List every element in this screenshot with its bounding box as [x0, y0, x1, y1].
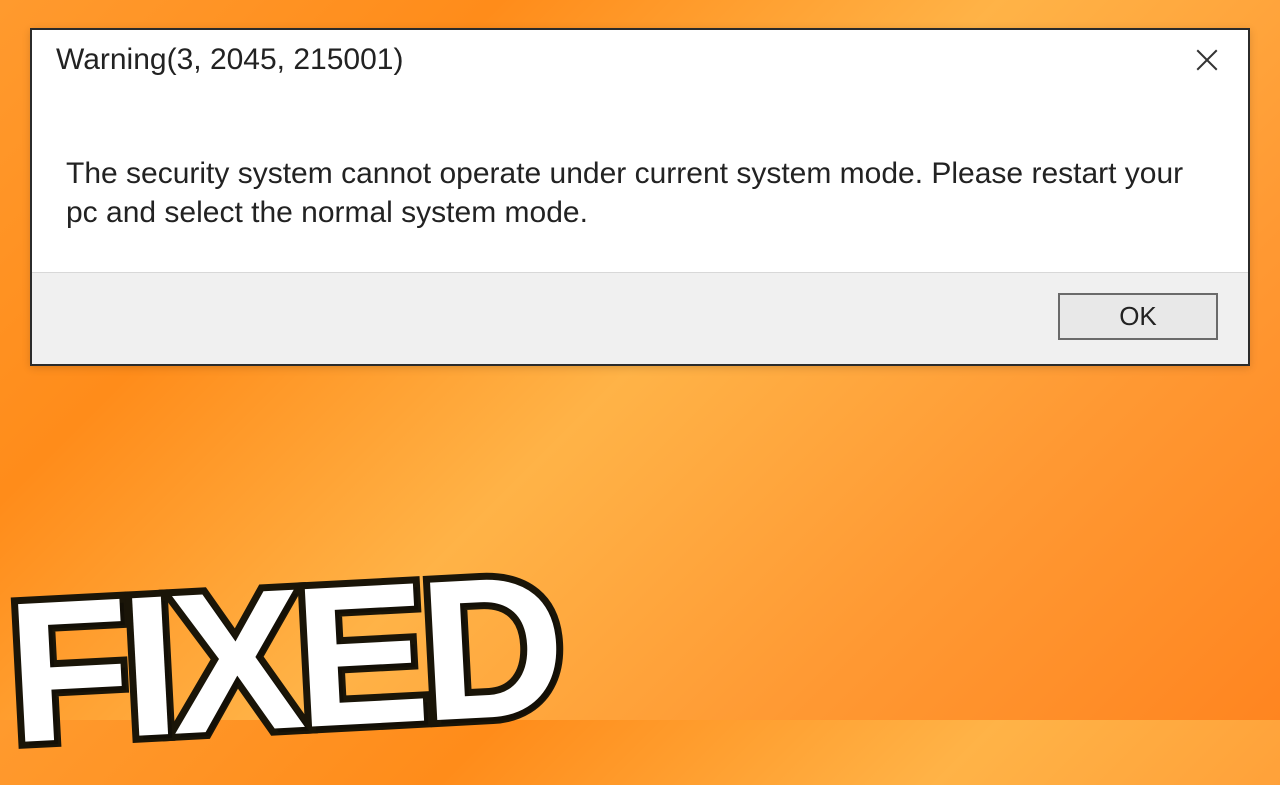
dialog-body: The security system cannot operate under… — [32, 84, 1248, 272]
close-icon — [1194, 47, 1220, 73]
fixed-overlay-text: FIXED — [3, 546, 562, 774]
ok-button[interactable]: OK — [1058, 293, 1218, 340]
dialog-title: Warning(3, 2045, 215001) — [56, 43, 403, 77]
dialog-message: The security system cannot operate under… — [66, 154, 1214, 232]
dialog-titlebar: Warning(3, 2045, 215001) — [32, 30, 1248, 84]
dialog-footer: OK — [32, 272, 1248, 364]
close-button[interactable] — [1184, 40, 1230, 80]
warning-dialog: Warning(3, 2045, 215001) The security sy… — [30, 28, 1250, 366]
